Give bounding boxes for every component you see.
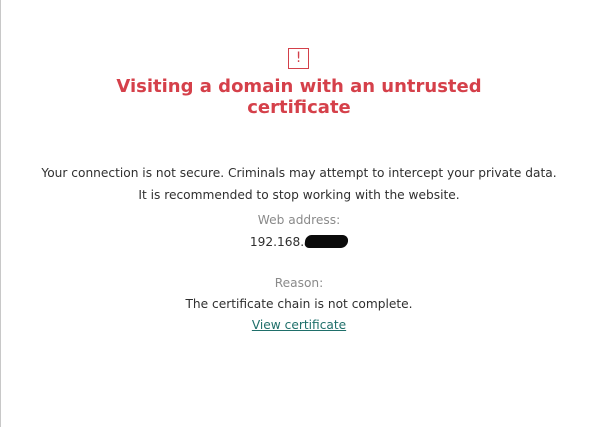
- reason-value: The certificate chain is not complete.: [185, 297, 413, 311]
- exclamation-warning-icon: !: [288, 48, 309, 69]
- redacted-address-mark: [304, 235, 350, 248]
- certificate-warning-page: ! Visiting a domain with an untrusted ce…: [0, 0, 598, 427]
- reason-label: Reason:: [274, 276, 324, 290]
- web-address-visible-text: 192.168.: [249, 235, 305, 249]
- web-address-label: Web address:: [257, 213, 341, 227]
- security-warning-message: Your connection is not secure. Criminals…: [41, 166, 557, 203]
- page-title: Visiting a domain with an untrusted cert…: [116, 76, 482, 118]
- view-certificate-link[interactable]: View certificate: [252, 318, 346, 332]
- web-address-value: 192.168.: [100, 233, 498, 251]
- view-certificate-link-container: View certificate: [150, 316, 448, 334]
